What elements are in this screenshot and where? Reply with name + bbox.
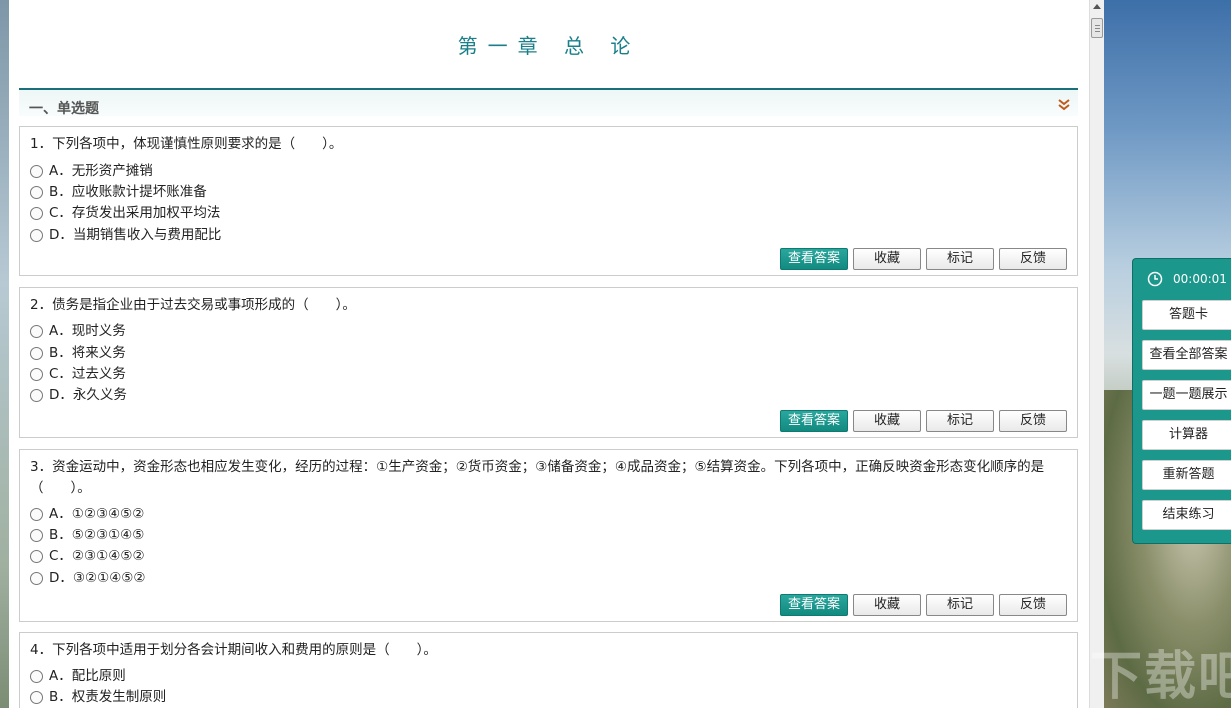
section-title: 一、单选题	[29, 101, 99, 117]
option-b[interactable]: B．将来义务	[30, 343, 126, 363]
option-label: D．当期销售收入与费用配比	[49, 227, 222, 243]
desktop-background-left	[0, 0, 9, 708]
radio-button[interactable]	[30, 346, 43, 360]
radio-button[interactable]	[30, 690, 43, 704]
option-label: D．③②①④⑤②	[49, 570, 146, 586]
scrollbar-thumb[interactable]	[1091, 18, 1103, 38]
option-label: D．永久义务	[49, 387, 127, 403]
scroll-up-arrow-icon[interactable]	[1093, 4, 1101, 9]
radio-button[interactable]	[30, 185, 43, 199]
answer-card-button[interactable]: 答题卡	[1142, 300, 1231, 330]
option-label: C．过去义务	[49, 366, 126, 382]
feedback-button[interactable]: 反馈	[999, 410, 1067, 432]
one-by-one-button[interactable]: 一题一题展示	[1142, 380, 1231, 410]
option-label: C．存货发出采用加权平均法	[49, 205, 221, 221]
option-d[interactable]: D．永久义务	[30, 385, 127, 405]
question-stem: 3．资金运动中，资金形态也相应发生变化，经历的过程：①生产资金；②货币资金；③储…	[30, 459, 1045, 496]
option-label: A．现时义务	[49, 323, 126, 339]
favorite-button[interactable]: 收藏	[853, 410, 921, 432]
radio-button[interactable]	[30, 228, 43, 242]
question-actions: 查看答案 收藏 标记 反馈	[20, 248, 1079, 270]
option-label: B．权责发生制原则	[49, 689, 167, 705]
floating-tool-panel: 00:00:01 答题卡 查看全部答案 一题一题展示 计算器 重新答题 结束练习	[1132, 258, 1231, 544]
option-a[interactable]: A．现时义务	[30, 321, 126, 341]
view-answer-button[interactable]: 查看答案	[780, 410, 848, 432]
question-card: 3．资金运动中，资金形态也相应发生变化，经历的过程：①生产资金；②货币资金；③储…	[19, 449, 1078, 622]
option-a[interactable]: A．无形资产摊销	[30, 161, 153, 181]
radio-button[interactable]	[30, 507, 43, 521]
question-card: 2．债务是指企业由于过去交易或事项形成的（ ）。 A．现时义务 B．将来义务 C…	[19, 287, 1078, 438]
mark-button[interactable]: 标记	[926, 410, 994, 432]
page-title: 第一章 总 论	[457, 34, 641, 58]
radio-button[interactable]	[30, 528, 43, 542]
option-a[interactable]: A．①②③④⑤②	[30, 504, 144, 524]
radio-button[interactable]	[30, 324, 43, 338]
restart-button[interactable]: 重新答题	[1142, 460, 1231, 490]
question-card: 4．下列各项中适用于划分各会计期间收入和费用的原则是（ ）。 A．配比原则 B．…	[19, 632, 1078, 708]
option-b[interactable]: B．权责发生制原则	[30, 687, 166, 707]
question-actions: 查看答案 收藏 标记 反馈	[20, 410, 1079, 432]
option-b[interactable]: B．应收账款计提坏账准备	[30, 182, 207, 202]
double-chevron-down-icon[interactable]	[1058, 98, 1070, 112]
question-stem: 4．下列各项中适用于划分各会计期间收入和费用的原则是（ ）。	[30, 642, 437, 658]
radio-button[interactable]	[30, 571, 43, 585]
exercise-document: 第一章 总 论 一、单选题 1．下列各项中，体现谨慎性原则要求的是（ ）。 A．…	[9, 0, 1089, 708]
view-answer-button[interactable]: 查看答案	[780, 248, 848, 270]
site-watermark: 下载吧	[1090, 647, 1231, 707]
mark-button[interactable]: 标记	[926, 594, 994, 616]
radio-button[interactable]	[30, 388, 43, 402]
option-label: B．⑤②③①④⑤	[49, 527, 145, 543]
feedback-button[interactable]: 反馈	[999, 248, 1067, 270]
option-label: B．将来义务	[49, 345, 126, 361]
question-stem: 1．下列各项中，体现谨慎性原则要求的是（ ）。	[30, 136, 343, 152]
option-d[interactable]: D．③②①④⑤②	[30, 568, 146, 588]
option-label: A．无形资产摊销	[49, 163, 153, 179]
question-stem: 2．债务是指企业由于过去交易或事项形成的（ ）。	[30, 297, 356, 313]
radio-button[interactable]	[30, 367, 43, 381]
option-c[interactable]: C．存货发出采用加权平均法	[30, 203, 220, 223]
view-all-answers-button[interactable]: 查看全部答案	[1142, 340, 1231, 370]
radio-button[interactable]	[30, 164, 43, 178]
question-card: 1．下列各项中，体现谨慎性原则要求的是（ ）。 A．无形资产摊销 B．应收账款计…	[19, 126, 1078, 276]
timer: 00:00:01	[1133, 267, 1231, 291]
end-practice-button[interactable]: 结束练习	[1142, 500, 1231, 530]
favorite-button[interactable]: 收藏	[853, 594, 921, 616]
mark-button[interactable]: 标记	[926, 248, 994, 270]
option-label: A．配比原则	[49, 668, 126, 684]
section-header: 一、单选题	[19, 90, 1078, 117]
view-answer-button[interactable]: 查看答案	[780, 594, 848, 616]
vertical-scrollbar[interactable]	[1089, 0, 1104, 708]
option-b[interactable]: B．⑤②③①④⑤	[30, 525, 144, 545]
option-a[interactable]: A．配比原则	[30, 666, 126, 686]
question-actions: 查看答案 收藏 标记 反馈	[20, 594, 1079, 616]
radio-button[interactable]	[30, 669, 43, 683]
clock-icon	[1147, 271, 1163, 287]
calculator-button[interactable]: 计算器	[1142, 420, 1231, 450]
radio-button[interactable]	[30, 206, 43, 220]
radio-button[interactable]	[30, 549, 43, 563]
feedback-button[interactable]: 反馈	[999, 594, 1067, 616]
option-c[interactable]: C．过去义务	[30, 364, 126, 384]
option-c[interactable]: C．②③①④⑤②	[30, 546, 145, 566]
option-label: B．应收账款计提坏账准备	[49, 184, 207, 200]
option-d[interactable]: D．当期销售收入与费用配比	[30, 225, 221, 245]
favorite-button[interactable]: 收藏	[853, 248, 921, 270]
option-label: C．②③①④⑤②	[49, 548, 145, 564]
option-label: A．①②③④⑤②	[49, 506, 145, 522]
timer-value: 00:00:01	[1173, 272, 1227, 286]
